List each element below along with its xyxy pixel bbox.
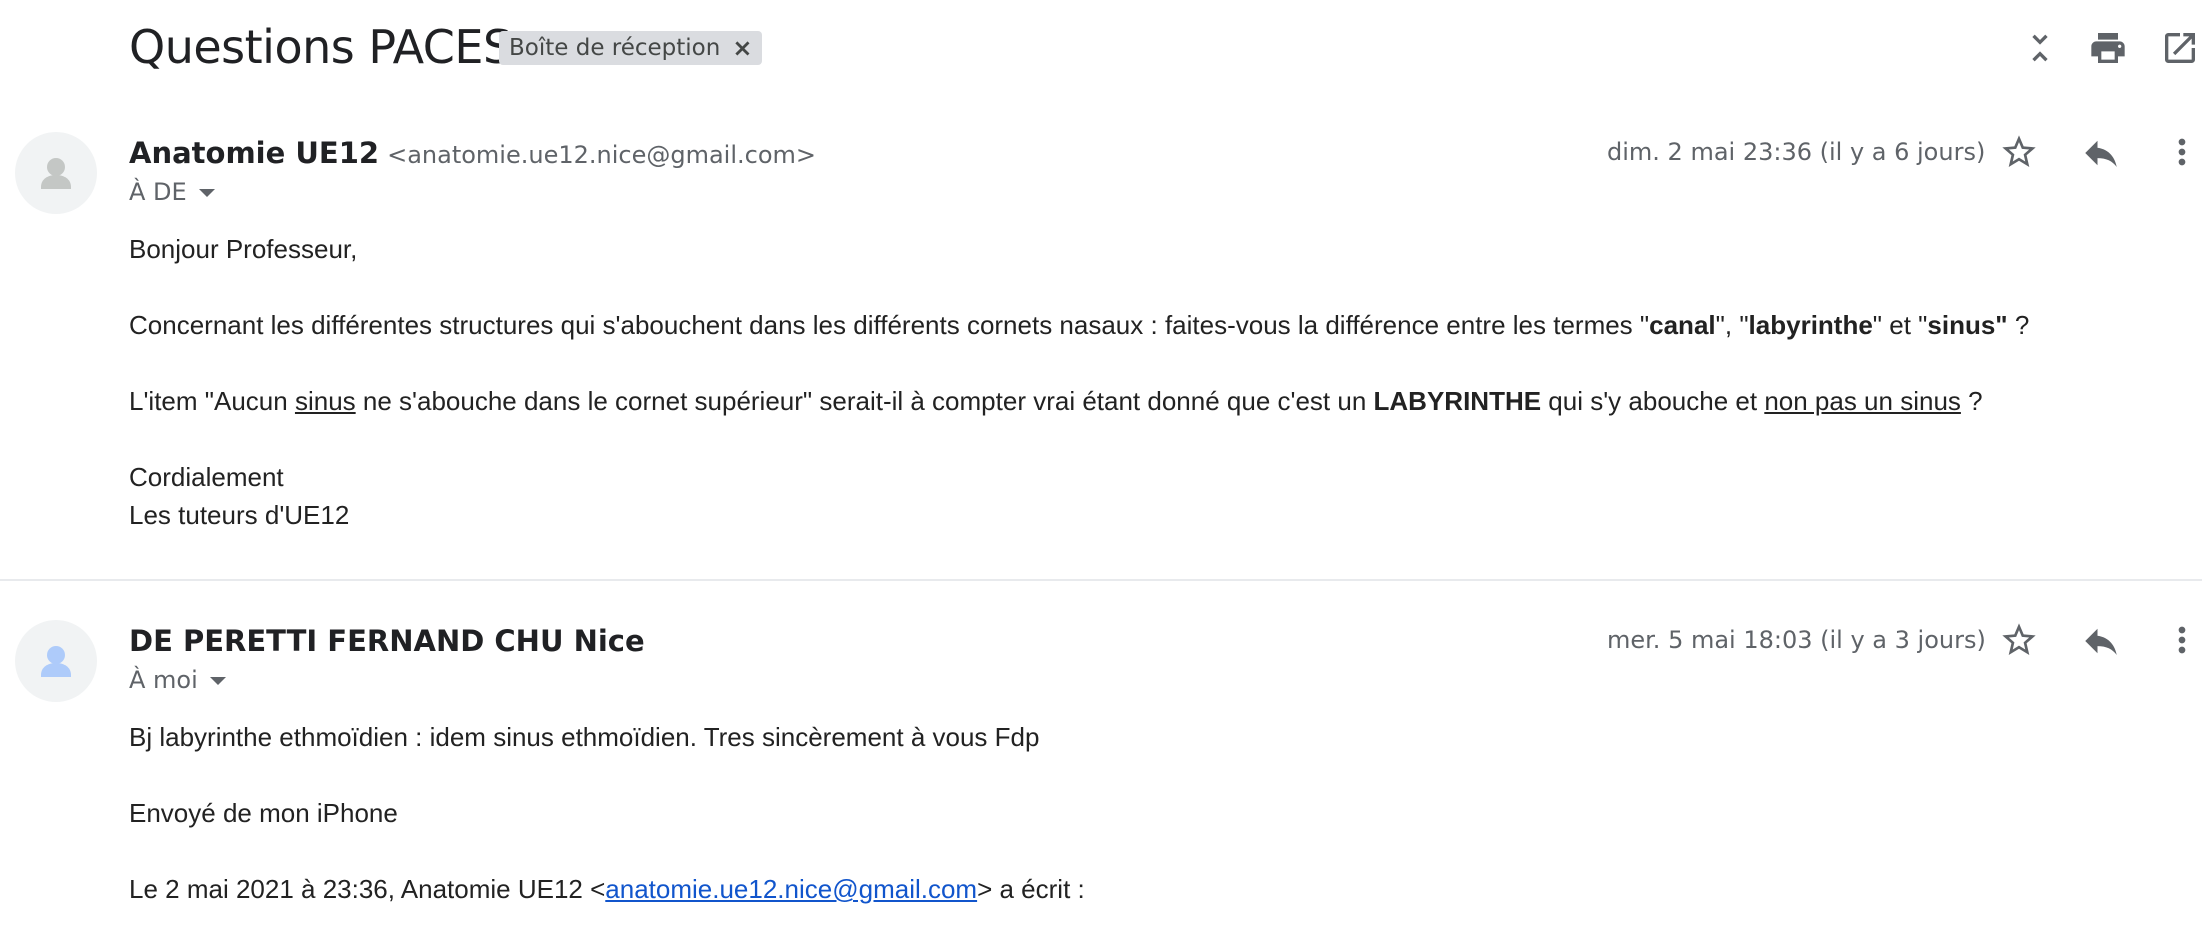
closing-line: Cordialement — [129, 462, 284, 492]
greeting: Bonjour Professeur, — [129, 234, 358, 264]
message-divider — [0, 579, 2202, 581]
message-date: mer. 5 mai 18:03 (il y a 3 jours) — [1607, 626, 1986, 654]
sender-name[interactable]: DE PERETTI FERNAND CHU Nice — [129, 624, 645, 658]
sender-header: DE PERETTI FERNAND CHU Nice — [129, 624, 645, 658]
person-avatar-icon — [41, 158, 71, 189]
recipient-label: À DE — [129, 178, 187, 206]
star-icon[interactable] — [1999, 132, 2039, 172]
more-vert-icon[interactable] — [2162, 620, 2202, 660]
signature-line: Les tuteurs d'UE12 — [129, 500, 350, 530]
recipient-label: À moi — [129, 666, 198, 694]
more-vert-icon[interactable] — [2162, 132, 2202, 172]
star-icon[interactable] — [1999, 620, 2039, 660]
print-icon[interactable] — [2088, 28, 2128, 68]
quote-header: Le 2 mai 2021 à 23:36, Anatomie UE12 <an… — [129, 874, 1085, 904]
sender-header: Anatomie UE12 <anatomie.ue12.nice@gmail.c… — [129, 136, 816, 170]
email-subject: Questions PACES — [129, 20, 512, 74]
chevron-down-icon — [198, 189, 215, 197]
reply-line: Bj labyrinthe ethmoïdien : idem sinus et… — [129, 722, 1040, 752]
message-body: Bj labyrinthe ethmoïdien : idem sinus et… — [129, 718, 1085, 908]
inbox-label-chip[interactable]: Boîte de réception × — [499, 31, 763, 65]
paragraph-2: L'item "Aucun sinus ne s'abouche dans le… — [129, 386, 1983, 416]
person-avatar-icon — [41, 646, 71, 677]
collapse-all-icon[interactable] — [2020, 28, 2060, 68]
message-date: dim. 2 mai 23:36 (il y a 6 jours) — [1607, 138, 1986, 166]
chevron-down-icon — [209, 677, 226, 685]
quoted-email-link[interactable]: anatomie.ue12.nice@gmail.com — [605, 874, 977, 904]
sender-avatar[interactable] — [15, 132, 97, 214]
signature-line: Envoyé de mon iPhone — [129, 798, 398, 828]
remove-label-icon[interactable]: × — [732, 36, 752, 60]
sender-name[interactable]: Anatomie UE12 — [129, 136, 379, 170]
sender-avatar[interactable] — [15, 620, 97, 702]
paragraph-1: Concernant les différentes structures qu… — [129, 310, 2030, 340]
sender-email: <anatomie.ue12.nice@gmail.com> — [387, 141, 816, 169]
reply-icon[interactable] — [2080, 620, 2122, 662]
message-body: Bonjour Professeur, Concernant les diffé… — [129, 230, 2029, 534]
recipients-toggle[interactable]: À DE — [129, 178, 215, 206]
label-chip-text: Boîte de réception — [509, 35, 721, 61]
recipients-toggle[interactable]: À moi — [129, 666, 226, 694]
reply-icon[interactable] — [2080, 132, 2122, 174]
open-in-new-window-icon[interactable] — [2160, 28, 2200, 68]
